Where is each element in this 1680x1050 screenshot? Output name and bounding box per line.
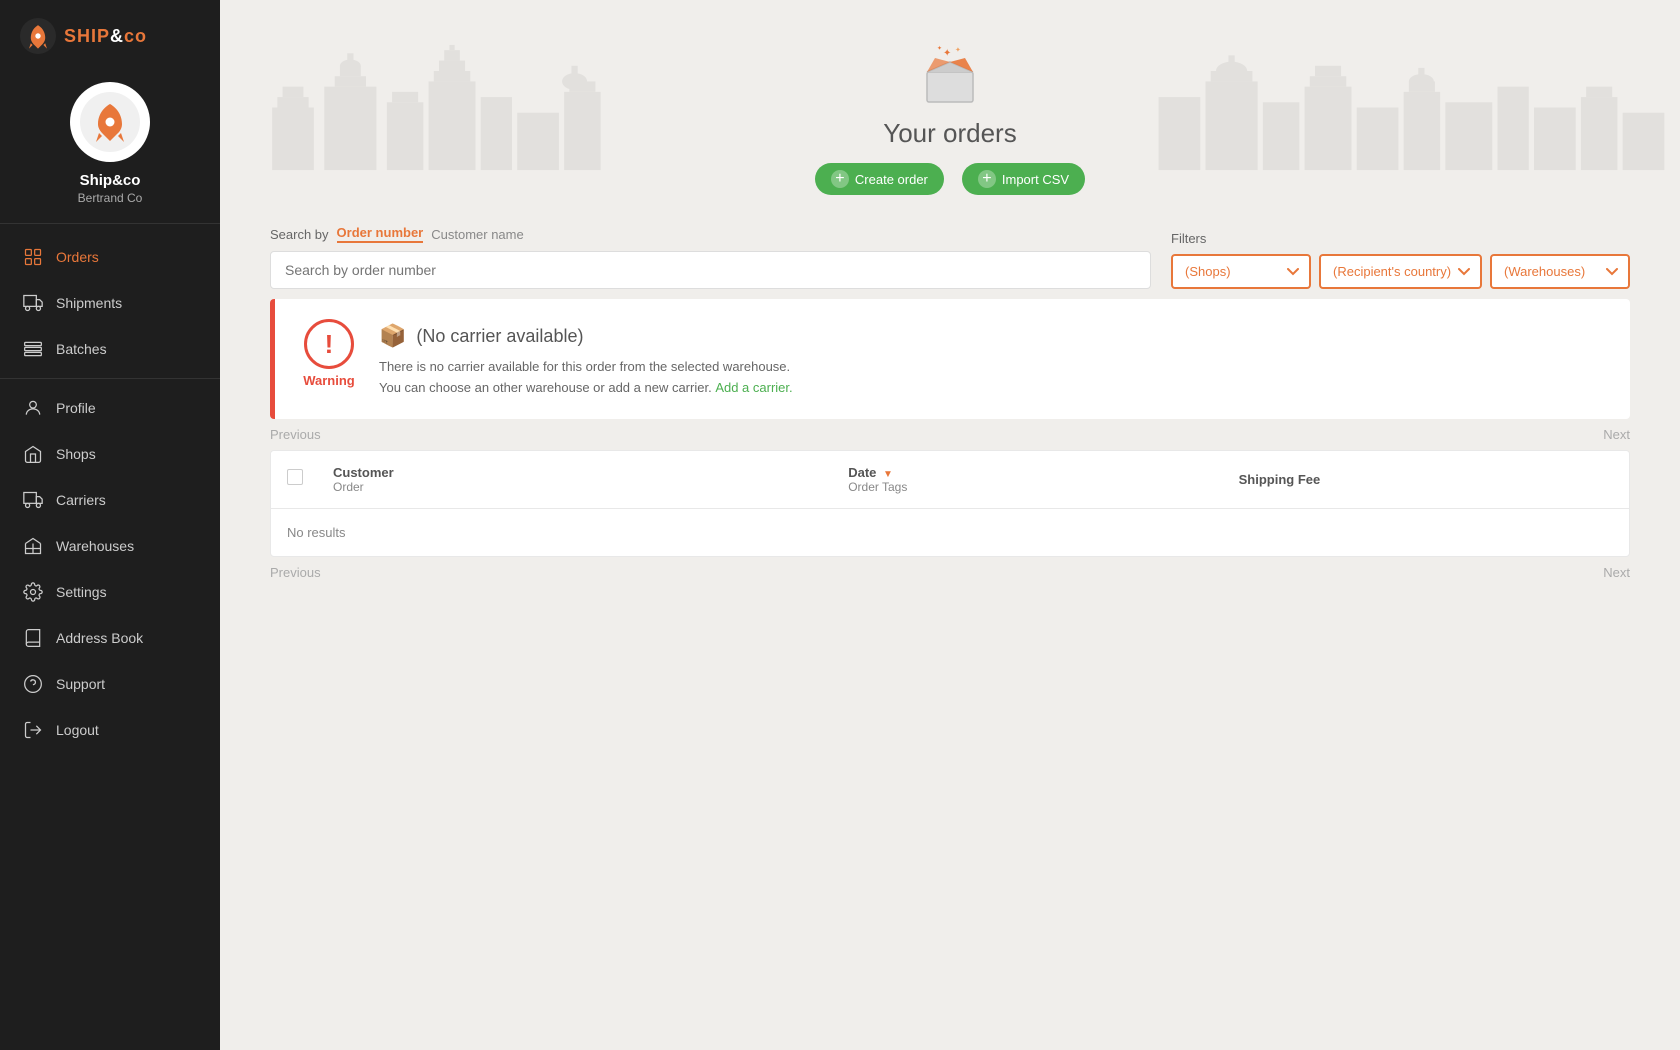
plus-icon: + bbox=[831, 170, 849, 188]
sidebar-item-logout[interactable]: Logout bbox=[0, 707, 220, 753]
sidebar: SHIP&co Ship&co Bertrand Co Orders bbox=[0, 0, 220, 1050]
create-order-button[interactable]: + Create order bbox=[815, 163, 944, 195]
profile-icon bbox=[22, 397, 44, 419]
sidebar-item-address-book[interactable]: Address Book bbox=[0, 615, 220, 661]
sidebar-item-label: Orders bbox=[56, 249, 99, 265]
warning-description: There is no carrier available for this o… bbox=[379, 357, 1606, 399]
carrier-icon: 📦 bbox=[379, 323, 406, 349]
app-name: SHIP&co bbox=[64, 26, 147, 47]
search-by-label: Search by Order number Customer name bbox=[270, 225, 1151, 243]
search-filter-area: Search by Order number Customer name Fil… bbox=[220, 215, 1680, 299]
warning-title-row: 📦 (No carrier available) bbox=[379, 323, 1606, 349]
shipments-icon bbox=[22, 292, 44, 314]
address-book-icon bbox=[22, 627, 44, 649]
user-name: Ship&co bbox=[80, 172, 141, 189]
table-body: No results bbox=[271, 509, 1629, 556]
sidebar-item-label: Shops bbox=[56, 446, 96, 462]
main-content: ✦ ✦ ✦ Your orders + Create order + Impor… bbox=[220, 0, 1680, 1050]
user-area: Ship&co Bertrand Co bbox=[0, 72, 220, 224]
import-csv-button[interactable]: + Import CSV bbox=[962, 163, 1085, 195]
orders-table: Customer Order Date ▼ Order Tags Shippin… bbox=[270, 450, 1630, 557]
sidebar-item-label: Batches bbox=[56, 341, 107, 357]
user-company: Bertrand Co bbox=[78, 191, 143, 205]
plus-icon-csv: + bbox=[978, 170, 996, 188]
sidebar-item-label: Settings bbox=[56, 584, 107, 600]
sidebar-item-support[interactable]: Support bbox=[0, 661, 220, 707]
hero-actions: + Create order + Import CSV bbox=[815, 163, 1085, 195]
search-by-order-tab[interactable]: Order number bbox=[337, 225, 424, 243]
previous-page-bottom[interactable]: Previous bbox=[270, 565, 321, 580]
next-page-bottom[interactable]: Next bbox=[1603, 565, 1630, 580]
country-filter[interactable]: (Recipient's country) bbox=[1319, 254, 1482, 289]
svg-text:✦: ✦ bbox=[943, 48, 951, 59]
warning-label: Warning bbox=[303, 373, 355, 388]
header-checkbox-col bbox=[287, 469, 317, 490]
sidebar-item-label: Address Book bbox=[56, 630, 143, 646]
filters-section: Filters (Shops) (Recipient's country) (W… bbox=[1171, 231, 1630, 289]
sidebar-item-label: Logout bbox=[56, 722, 99, 738]
warning-circle: ! bbox=[304, 319, 354, 369]
filters-label: Filters bbox=[1171, 231, 1630, 246]
sidebar-item-label: Support bbox=[56, 676, 105, 692]
select-all-checkbox[interactable] bbox=[287, 469, 303, 485]
filters-row: (Shops) (Recipient's country) (Warehouse… bbox=[1171, 254, 1630, 289]
previous-page-top[interactable]: Previous bbox=[270, 427, 321, 442]
sidebar-item-label: Warehouses bbox=[56, 538, 134, 554]
header-shipping-col: Shipping Fee bbox=[1239, 472, 1613, 487]
warning-icon-area: ! Warning bbox=[299, 319, 359, 388]
sidebar-nav: Orders Shipments Batches Profile bbox=[0, 224, 220, 1030]
shops-icon bbox=[22, 443, 44, 465]
warning-content: 📦 (No carrier available) There is no car… bbox=[379, 319, 1606, 399]
avatar bbox=[70, 82, 150, 162]
sidebar-item-carriers[interactable]: Carriers bbox=[0, 477, 220, 523]
logo-area: SHIP&co bbox=[0, 0, 220, 72]
table-header: Customer Order Date ▼ Order Tags Shippin… bbox=[271, 451, 1629, 509]
search-section: Search by Order number Customer name bbox=[270, 225, 1151, 289]
avatar-icon bbox=[80, 92, 140, 152]
sidebar-item-label: Profile bbox=[56, 400, 96, 416]
pagination-top: Previous Next bbox=[270, 419, 1630, 450]
logo-icon bbox=[20, 18, 56, 54]
pagination-bottom: Previous Next bbox=[270, 557, 1630, 588]
svg-text:✦: ✦ bbox=[937, 45, 942, 52]
next-page-top[interactable]: Next bbox=[1603, 427, 1630, 442]
sidebar-item-profile[interactable]: Profile bbox=[0, 385, 220, 431]
settings-icon bbox=[22, 581, 44, 603]
warehouses-filter[interactable]: (Warehouses) bbox=[1490, 254, 1630, 289]
sidebar-item-shops[interactable]: Shops bbox=[0, 431, 220, 477]
sidebar-item-label: Shipments bbox=[56, 295, 122, 311]
warehouses-icon bbox=[22, 535, 44, 557]
sidebar-item-batches[interactable]: Batches bbox=[0, 326, 220, 372]
header-customer-col: Customer Order bbox=[333, 465, 832, 494]
support-icon bbox=[22, 673, 44, 695]
sidebar-item-settings[interactable]: Settings bbox=[0, 569, 220, 615]
sidebar-item-label: Carriers bbox=[56, 492, 106, 508]
warning-title: (No carrier available) bbox=[416, 326, 583, 347]
shops-filter[interactable]: (Shops) bbox=[1171, 254, 1311, 289]
header-date-col[interactable]: Date ▼ Order Tags bbox=[848, 465, 1222, 494]
content-area: ! Warning 📦 (No carrier available) There… bbox=[220, 299, 1680, 588]
batches-icon bbox=[22, 338, 44, 360]
add-carrier-link[interactable]: Add a carrier. bbox=[715, 380, 792, 395]
sidebar-item-orders[interactable]: Orders bbox=[0, 234, 220, 280]
hero-area: ✦ ✦ ✦ Your orders + Create order + Impor… bbox=[220, 0, 1680, 215]
sort-icon: ▼ bbox=[883, 469, 893, 480]
search-input[interactable] bbox=[270, 251, 1151, 289]
sidebar-item-warehouses[interactable]: Warehouses bbox=[0, 523, 220, 569]
no-results-text: No results bbox=[287, 525, 346, 540]
warning-banner: ! Warning 📦 (No carrier available) There… bbox=[270, 299, 1630, 419]
search-by-customer-tab[interactable]: Customer name bbox=[431, 227, 523, 242]
carriers-icon bbox=[22, 489, 44, 511]
orders-icon bbox=[22, 246, 44, 268]
page-title: Your orders bbox=[883, 118, 1016, 149]
logout-icon bbox=[22, 719, 44, 741]
orders-hero-icon: ✦ ✦ ✦ bbox=[915, 40, 985, 110]
sidebar-item-shipments[interactable]: Shipments bbox=[0, 280, 220, 326]
svg-text:✦: ✦ bbox=[955, 46, 961, 54]
